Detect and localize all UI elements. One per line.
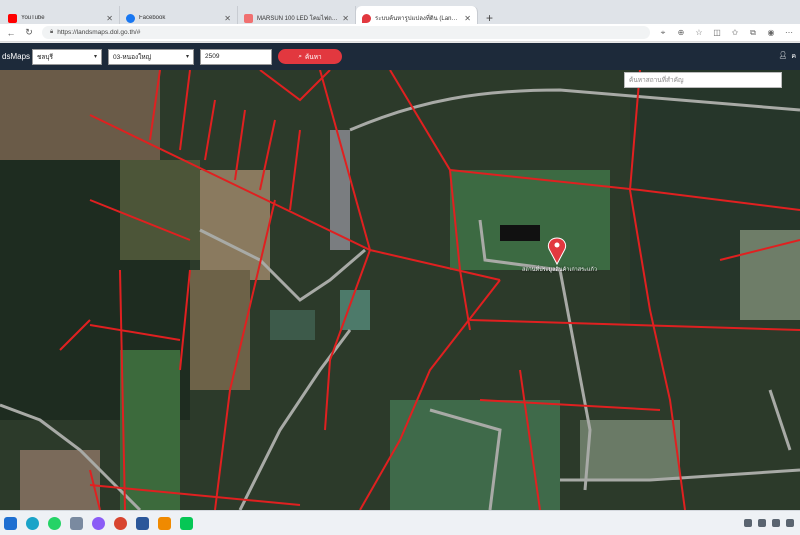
chevron-down-icon: ▾: [93, 54, 97, 60]
province-select[interactable]: ชลบุรี ▾: [32, 48, 102, 65]
pond: [270, 310, 315, 340]
close-icon[interactable]: ✕: [464, 14, 471, 23]
satellite-map[interactable]: [0, 70, 800, 510]
profile-icon[interactable]: ◉: [766, 28, 776, 37]
tab-title: MARSUN 100 LED โคมไฟถนนพลังงานแสงอาทิตย์: [257, 16, 338, 22]
close-icon[interactable]: ✕: [106, 14, 113, 23]
marker-label: สถานที่ประมูลสินค้าเก่าสระแก้ว: [522, 267, 597, 273]
user-label: ค: [791, 53, 796, 60]
collections-icon[interactable]: ⧉: [748, 28, 758, 38]
split-screen-icon[interactable]: ◫: [712, 28, 722, 37]
edge-icon[interactable]: [26, 516, 39, 530]
cleared-plot: [190, 270, 250, 390]
start-icon[interactable]: [4, 516, 17, 530]
os-taskbar: [0, 510, 800, 535]
green-field: [390, 400, 560, 510]
district-value: 03-หนองใหญ่: [113, 53, 152, 61]
tab-title: YouTube: [21, 15, 45, 21]
province-value: ชลบุรี: [37, 53, 54, 61]
user-icon: 👤︎: [778, 52, 788, 59]
refresh-icon[interactable]: ↻: [24, 27, 34, 38]
search-icon: ⌕: [298, 52, 302, 60]
brand-name: dsMaps: [2, 52, 31, 61]
favorites-icon[interactable]: ✩: [730, 28, 740, 37]
address-bar[interactable]: 🔒︎ https://landsmaps.dol.go.th/#: [42, 26, 650, 39]
close-icon[interactable]: ✕: [224, 14, 231, 23]
green-field: [120, 350, 180, 510]
more-icon[interactable]: ⋯: [784, 28, 794, 37]
crop-field: [120, 160, 200, 260]
pond: [500, 225, 540, 241]
vlc-icon[interactable]: [158, 516, 171, 530]
line-icon[interactable]: [180, 516, 193, 530]
user-menu[interactable]: 👤︎ ค: [778, 51, 800, 62]
parcel-number-value: 2509: [205, 53, 220, 60]
location-icon[interactable]: ⌖: [658, 28, 668, 38]
tray-icon[interactable]: [744, 519, 752, 527]
photos-icon[interactable]: [70, 516, 83, 530]
zoom-icon[interactable]: ⊕: [676, 28, 686, 37]
chrome-icon[interactable]: [114, 516, 127, 530]
parcel-number-input[interactable]: 2509: [200, 48, 272, 65]
shop-icon: [244, 13, 253, 23]
tab-title: Facebook: [139, 15, 166, 21]
field: [580, 420, 680, 480]
youtube-icon: [8, 13, 17, 23]
lock-icon: 🔒︎: [50, 29, 54, 35]
word-icon[interactable]: [136, 516, 149, 530]
favorite-star-icon[interactable]: ☆: [694, 28, 704, 37]
tab-title: ระบบค้นหารูปแปลงที่ดิน (LandsMaps): [375, 16, 460, 22]
facebook-icon: [126, 13, 135, 23]
tray-icon[interactable]: [786, 519, 794, 527]
url-text: https://landsmaps.dol.go.th/#: [57, 29, 141, 36]
system-tray: [744, 519, 800, 527]
pond: [340, 290, 370, 330]
messenger-icon[interactable]: [92, 516, 105, 530]
tray-icon[interactable]: [772, 519, 780, 527]
map-pin-icon: [362, 13, 371, 23]
address-toolbar: ← ↻ 🔒︎ https://landsmaps.dol.go.th/# ⌖ ⊕…: [0, 24, 800, 42]
map-view[interactable]: สถานที่ประมูลสินค้าเก่าสระแก้ว: [0, 70, 800, 510]
place-search-input[interactable]: ค้นหาสถานที่สำคัญ: [624, 72, 782, 88]
app-header: dsMaps ชลบุรี ▾ 03-หนองใหญ่ ▾ 2509 ⌕ ค้น…: [0, 43, 800, 70]
whatsapp-icon[interactable]: [48, 516, 61, 530]
district-select[interactable]: 03-หนองใหญ่ ▾: [108, 48, 194, 65]
close-icon[interactable]: ✕: [342, 14, 349, 23]
place-search-placeholder: ค้นหาสถานที่สำคัญ: [629, 77, 684, 84]
field: [740, 230, 800, 320]
chevron-down-icon: ▾: [185, 54, 189, 60]
tray-icon[interactable]: [758, 519, 766, 527]
search-button[interactable]: ⌕ ค้นหา: [278, 49, 342, 64]
search-button-label: ค้นหา: [304, 53, 322, 61]
back-icon[interactable]: ←: [6, 28, 16, 38]
